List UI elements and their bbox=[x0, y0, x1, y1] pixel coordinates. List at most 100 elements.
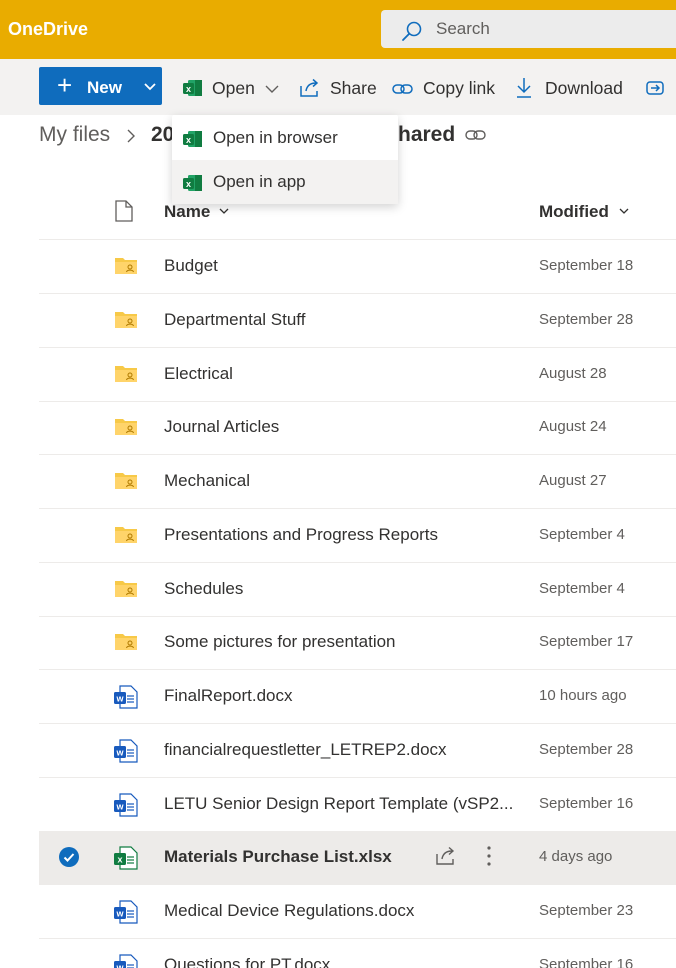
svg-text:x: x bbox=[186, 135, 191, 145]
breadcrumb-current-start: 20 bbox=[151, 123, 175, 146]
table-row[interactable]: w financialrequestletter_LETREP2.docx Se… bbox=[39, 724, 676, 778]
word-file-icon: w bbox=[114, 900, 138, 924]
file-name[interactable]: Budget bbox=[164, 256, 218, 276]
shared-folder-icon bbox=[115, 527, 137, 543]
file-modified: September 17 bbox=[539, 633, 634, 650]
new-button[interactable]: + New bbox=[39, 67, 162, 105]
file-name[interactable]: LETU Senior Design Report Template (vSP2… bbox=[164, 794, 513, 814]
table-row[interactable]: Journal Articles August 24 bbox=[39, 401, 676, 455]
table-row[interactable]: w LETU Senior Design Report Template (vS… bbox=[39, 778, 676, 832]
word-file-icon: w bbox=[114, 739, 138, 763]
column-header-modified[interactable]: Modified bbox=[539, 202, 609, 222]
file-modified: August 27 bbox=[539, 472, 607, 489]
link-icon bbox=[392, 84, 413, 94]
file-modified: September 16 bbox=[539, 795, 634, 812]
shared-folder-icon bbox=[115, 473, 137, 489]
checkmark-icon bbox=[63, 853, 75, 862]
shared-folder-icon bbox=[115, 258, 137, 274]
file-modified: September 23 bbox=[539, 902, 634, 919]
table-row[interactable]: Budget September 18 bbox=[39, 240, 676, 294]
file-name[interactable]: Some pictures for presentation bbox=[164, 632, 396, 652]
search-box[interactable] bbox=[381, 10, 676, 48]
file-modified: September 18 bbox=[539, 257, 634, 274]
breadcrumb-current-end: hared bbox=[398, 123, 456, 146]
suite-header: OneDrive bbox=[0, 0, 676, 59]
shared-folder-icon bbox=[115, 581, 137, 597]
menu-item-open-in-app[interactable]: x Open in app bbox=[172, 160, 398, 204]
file-name[interactable]: Departmental Stuff bbox=[164, 310, 305, 330]
open-dropdown-menu: x Open in browser x Open in app bbox=[172, 115, 398, 204]
command-bar: + New x Open Share Copy link Download bbox=[0, 59, 676, 115]
svg-text:w: w bbox=[115, 909, 124, 919]
link-icon[interactable] bbox=[465, 128, 487, 142]
table-row[interactable]: Schedules September 4 bbox=[39, 563, 676, 617]
shared-folder-icon bbox=[115, 634, 137, 650]
excel-icon: x bbox=[183, 131, 202, 147]
share-button[interactable]: Share bbox=[299, 77, 379, 101]
shared-folder-icon bbox=[115, 312, 137, 328]
shared-folder-icon bbox=[115, 419, 137, 435]
file-name[interactable]: Schedules bbox=[164, 579, 243, 599]
file-modified: August 24 bbox=[539, 418, 607, 435]
file-name[interactable]: Electrical bbox=[164, 364, 233, 384]
overflow-command-button[interactable] bbox=[644, 77, 676, 101]
file-name[interactable]: FinalReport.docx bbox=[164, 686, 293, 706]
file-name[interactable]: Presentations and Progress Reports bbox=[164, 525, 438, 545]
file-modified: September 28 bbox=[539, 741, 634, 758]
file-modified: August 28 bbox=[539, 365, 607, 382]
row-checkbox[interactable] bbox=[59, 847, 79, 867]
svg-text:x: x bbox=[117, 855, 122, 865]
table-row[interactable]: Mechanical August 27 bbox=[39, 455, 676, 509]
file-name[interactable]: Mechanical bbox=[164, 471, 250, 491]
table-row[interactable]: Some pictures for presentation September… bbox=[39, 616, 676, 670]
word-file-icon: w bbox=[114, 685, 138, 709]
chevron-right-icon bbox=[127, 129, 135, 143]
svg-text:w: w bbox=[115, 963, 124, 968]
search-input[interactable] bbox=[436, 18, 656, 40]
word-file-icon: w bbox=[114, 954, 138, 968]
table-row[interactable]: w Medical Device Regulations.docx Septem… bbox=[39, 885, 676, 939]
table-row-selected[interactable]: x Materials Purchase List.xlsx 4 days ag… bbox=[39, 831, 676, 885]
chevron-down-icon bbox=[144, 83, 156, 91]
file-modified: September 16 bbox=[539, 956, 634, 968]
excel-icon: x bbox=[183, 175, 202, 191]
file-modified: 10 hours ago bbox=[539, 687, 627, 704]
share-icon bbox=[300, 78, 319, 97]
file-name[interactable]: Journal Articles bbox=[164, 417, 279, 437]
table-row[interactable]: Departmental Stuff September 28 bbox=[39, 294, 676, 348]
table-row[interactable]: Electrical August 28 bbox=[39, 348, 676, 402]
file-name[interactable]: Questions for PT.docx bbox=[164, 955, 330, 968]
excel-icon: x bbox=[183, 80, 202, 96]
column-header-name[interactable]: Name bbox=[164, 202, 210, 222]
file-name[interactable]: Materials Purchase List.xlsx bbox=[164, 847, 392, 867]
download-button[interactable]: Download bbox=[514, 77, 630, 101]
download-icon bbox=[517, 78, 531, 98]
table-row[interactable]: Presentations and Progress Reports Septe… bbox=[39, 509, 676, 563]
more-options-icon[interactable] bbox=[485, 845, 493, 867]
file-modified: September 4 bbox=[539, 580, 625, 597]
file-modified: September 4 bbox=[539, 526, 625, 543]
chevron-down-icon bbox=[265, 85, 279, 93]
shared-folder-icon bbox=[115, 366, 137, 382]
table-row[interactable]: w FinalReport.docx 10 hours ago bbox=[39, 670, 676, 724]
file-modified: 4 days ago bbox=[539, 848, 613, 865]
file-type-icon bbox=[115, 200, 133, 222]
file-name[interactable]: Medical Device Regulations.docx bbox=[164, 901, 414, 921]
svg-text:w: w bbox=[115, 694, 124, 704]
copy-link-button[interactable]: Copy link bbox=[392, 77, 500, 101]
app-title[interactable]: OneDrive bbox=[8, 19, 88, 40]
sync-icon bbox=[646, 81, 664, 95]
share-icon[interactable] bbox=[435, 846, 457, 866]
excel-file-icon: x bbox=[114, 846, 138, 870]
svg-text:x: x bbox=[186, 179, 191, 189]
menu-item-open-in-browser[interactable]: x Open in browser bbox=[172, 116, 398, 160]
open-button[interactable]: x Open bbox=[183, 77, 283, 101]
svg-text:w: w bbox=[115, 748, 124, 758]
file-modified: September 28 bbox=[539, 311, 634, 328]
chevron-down-icon bbox=[619, 208, 629, 214]
breadcrumb-root[interactable]: My files bbox=[39, 123, 110, 147]
file-name[interactable]: financialrequestletter_LETREP2.docx bbox=[164, 740, 447, 760]
table-row[interactable]: w Questions for PT.docx September 16 bbox=[39, 939, 676, 968]
plus-icon: + bbox=[57, 70, 73, 100]
search-icon bbox=[402, 21, 422, 41]
